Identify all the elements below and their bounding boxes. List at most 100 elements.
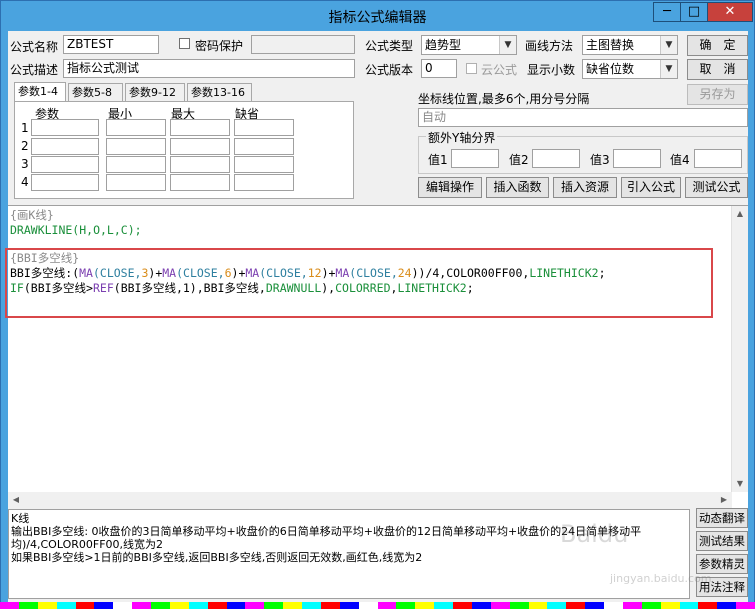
highlight-box [5, 248, 713, 318]
formula-desc-label: 公式描述 [10, 63, 59, 77]
decimals-select[interactable]: 缺省位数 ▼ [582, 59, 678, 79]
cancel-button[interactable]: 取 消 [687, 59, 748, 80]
param-2-min[interactable] [106, 138, 166, 155]
color-swatch [18, 602, 38, 609]
param-3-max[interactable] [170, 156, 230, 173]
y-value-1-input[interactable] [451, 149, 499, 168]
color-swatch [302, 602, 321, 609]
test-result-button[interactable]: 测试结果 [696, 531, 748, 551]
minimize-button[interactable]: ─ [653, 2, 681, 22]
edit-operations-button[interactable]: 编辑操作 [418, 177, 482, 198]
param-1-min[interactable] [106, 119, 166, 136]
y-value-4-input[interactable] [694, 149, 742, 168]
insert-function-button[interactable]: 插入函数 [486, 177, 549, 198]
color-swatch [490, 602, 510, 609]
cloud-formula-label: 云公式 [481, 63, 518, 77]
import-formula-button[interactable]: 引入公式 [621, 177, 681, 198]
baidu-watermark: Baidu [560, 520, 629, 548]
color-swatch [37, 602, 57, 609]
color-swatch [339, 602, 359, 609]
color-swatch [698, 602, 718, 609]
formula-name-input[interactable]: ZBTEST [63, 35, 159, 54]
editor-horizontal-scrollbar[interactable]: ◀ ▶ [8, 492, 732, 508]
color-swatch [188, 602, 208, 609]
save-as-button[interactable]: 另存为 [687, 84, 748, 105]
color-swatch [604, 602, 623, 609]
y-value-3-label: 值3 [590, 153, 610, 167]
param-4-name[interactable] [31, 174, 99, 191]
formula-desc-input[interactable]: 指标公式测试 [63, 59, 355, 78]
tab-params-1-4[interactable]: 参数1-4 [14, 82, 66, 103]
draw-method-label: 画线方法 [525, 39, 574, 53]
draw-method-select[interactable]: 主图替换 ▼ [582, 35, 678, 55]
formula-editor-window: 指标公式编辑器 ─ □ ✕ 公式名称 ZBTEST 密码保护 公式类型 趋势型 … [0, 0, 755, 609]
param-4-max[interactable] [170, 174, 230, 191]
formula-type-value: 趋势型 [425, 38, 462, 52]
color-swatch [641, 602, 661, 609]
formula-type-select[interactable]: 趋势型 ▼ [421, 35, 517, 55]
formula-version-input[interactable]: 0 [421, 59, 457, 78]
dynamic-translate-button[interactable]: 动态翻译 [696, 508, 748, 528]
password-label: 密码保护 [195, 39, 244, 53]
color-swatch [622, 602, 642, 609]
param-3-name[interactable] [31, 156, 99, 173]
formula-version-label: 公式版本 [365, 63, 414, 77]
param-row-number: 1 [21, 121, 29, 135]
password-checkbox[interactable] [179, 38, 190, 49]
param-4-default[interactable] [234, 174, 294, 191]
color-swatch [509, 602, 529, 609]
color-swatch [94, 602, 114, 609]
param-1-name[interactable] [31, 119, 99, 136]
color-swatch [717, 602, 737, 609]
maximize-button[interactable]: □ [680, 2, 708, 22]
editor-vertical-scrollbar[interactable]: ▲ ▼ [731, 206, 748, 492]
y-value-4-label: 值4 [670, 153, 690, 167]
param-3-default[interactable] [234, 156, 294, 173]
color-swatch [566, 602, 586, 609]
scroll-left-icon[interactable]: ◀ [8, 492, 24, 508]
coord-lines-input[interactable]: 自动 [418, 108, 748, 127]
color-swatch [660, 602, 680, 609]
ok-button[interactable]: 确 定 [687, 35, 748, 56]
formula-type-label: 公式类型 [365, 39, 414, 53]
tab-params-9-12[interactable]: 参数9-12 [125, 83, 185, 102]
param-2-max[interactable] [170, 138, 230, 155]
color-swatch [528, 602, 548, 609]
taskbar-color-strip [0, 602, 755, 609]
param-wizard-button[interactable]: 参数精灵 [696, 554, 748, 574]
tab-params-5-8[interactable]: 参数5-8 [68, 83, 123, 102]
note-line: 如果BBI多空线>1日前的BBI多空线,返回BBI多空线,否则返回无效数,画红色… [11, 551, 423, 564]
color-swatch [113, 602, 133, 609]
color-swatch [264, 602, 284, 609]
color-swatch [75, 602, 95, 609]
scroll-right-icon[interactable]: ▶ [716, 492, 732, 508]
insert-resource-button[interactable]: 插入资源 [553, 177, 617, 198]
code-editor[interactable]: {画K线} DRAWKLINE(H,O,L,C); {BBI多空线} BBI多空… [5, 205, 748, 508]
param-1-default[interactable] [234, 119, 294, 136]
y-value-2-input[interactable] [532, 149, 580, 168]
tab-params-13-16[interactable]: 参数13-16 [187, 83, 252, 102]
color-swatch [434, 602, 453, 609]
password-input[interactable] [251, 35, 355, 54]
close-button[interactable]: ✕ [707, 2, 753, 22]
param-4-min[interactable] [106, 174, 166, 191]
scroll-up-icon[interactable]: ▲ [732, 206, 748, 222]
color-swatch [415, 602, 435, 609]
title-bar[interactable]: 指标公式编辑器 ─ □ ✕ [1, 1, 754, 31]
test-formula-button[interactable]: 测试公式 [685, 177, 748, 198]
window-title: 指标公式编辑器 [328, 10, 427, 26]
param-2-default[interactable] [234, 138, 294, 155]
param-2-name[interactable] [31, 138, 99, 155]
color-swatch [151, 602, 170, 609]
extra-y-axis-title: 额外Y轴分界 [426, 129, 498, 146]
color-swatch [547, 602, 567, 609]
color-swatch [471, 602, 491, 609]
cloud-formula-checkbox[interactable] [466, 63, 477, 74]
chevron-down-icon: ▼ [660, 60, 677, 78]
color-swatch [358, 602, 378, 609]
scroll-down-icon[interactable]: ▼ [732, 476, 748, 492]
param-1-max[interactable] [170, 119, 230, 136]
param-3-min[interactable] [106, 156, 166, 173]
color-swatch [56, 602, 76, 609]
y-value-3-input[interactable] [613, 149, 661, 168]
